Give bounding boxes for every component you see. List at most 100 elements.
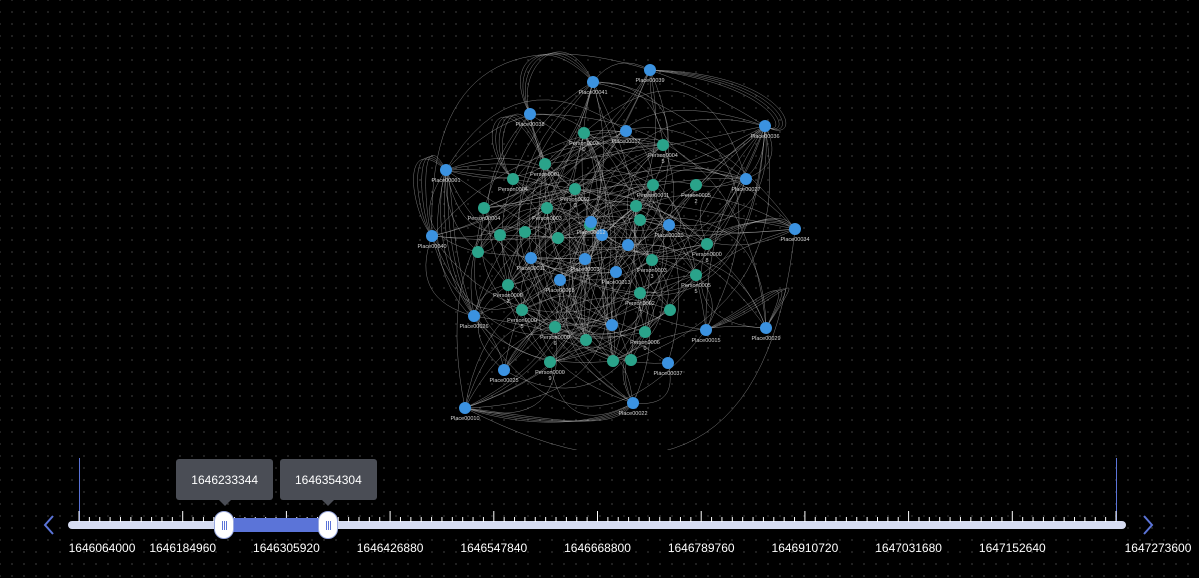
graph-node[interactable]: Place00003 xyxy=(570,253,600,273)
graph-node[interactable] xyxy=(519,226,531,238)
node-label: Place00039 xyxy=(635,78,664,84)
person-node[interactable] xyxy=(657,139,669,151)
graph-node[interactable]: Place00040 xyxy=(417,230,447,250)
person-node[interactable] xyxy=(646,254,658,266)
graph-node[interactable] xyxy=(630,200,642,212)
node-label: Place00027 xyxy=(731,187,760,193)
graph-edge xyxy=(705,288,786,331)
graph-node[interactable] xyxy=(580,334,592,346)
person-node[interactable] xyxy=(516,304,528,316)
place-node[interactable] xyxy=(585,216,597,228)
node-label: Place00037 xyxy=(653,371,682,377)
place-node[interactable] xyxy=(524,108,536,120)
person-node[interactable] xyxy=(569,183,581,195)
graph-node[interactable]: Place00015 xyxy=(691,324,721,344)
place-node[interactable] xyxy=(426,230,438,242)
place-node[interactable] xyxy=(789,223,801,235)
place-node[interactable] xyxy=(498,364,510,376)
graph-node[interactable]: Place00025 xyxy=(489,364,519,384)
node-label: 2 xyxy=(506,299,509,305)
graph-node[interactable]: Place00017 xyxy=(611,125,641,145)
graph-node[interactable] xyxy=(472,246,484,258)
place-node[interactable] xyxy=(644,64,656,76)
person-node[interactable] xyxy=(639,326,651,338)
person-node[interactable] xyxy=(478,202,490,214)
range-end-handle[interactable] xyxy=(317,511,338,539)
place-node[interactable] xyxy=(610,266,622,278)
place-node[interactable] xyxy=(554,274,566,286)
timebar-tick-label: 1647031680 xyxy=(875,541,942,555)
node-label: 8 xyxy=(705,258,708,264)
graph-node[interactable] xyxy=(625,354,637,366)
graph-node[interactable]: Place00010 xyxy=(450,402,480,422)
node-label: Place00001 xyxy=(431,178,460,184)
graph-node[interactable]: Place00038 xyxy=(515,108,545,128)
graph-edge xyxy=(706,125,766,245)
graph-node[interactable] xyxy=(606,319,618,331)
node-label: 5 xyxy=(694,289,697,295)
person-node[interactable] xyxy=(701,238,713,250)
graph-node[interactable] xyxy=(664,304,676,316)
place-node[interactable] xyxy=(760,322,772,334)
place-node[interactable] xyxy=(525,252,537,264)
node-label: Place00018 xyxy=(545,288,574,294)
graph-node[interactable]: Place00041 xyxy=(578,76,608,96)
person-node[interactable] xyxy=(578,127,590,139)
node-label: Place00010 xyxy=(450,416,479,422)
person-node[interactable] xyxy=(502,279,514,291)
graph-edge xyxy=(464,221,608,409)
graph-node[interactable] xyxy=(607,355,619,367)
person-node[interactable] xyxy=(539,158,551,170)
timebar-tick-label: 1646789760 xyxy=(667,541,735,555)
place-node[interactable] xyxy=(587,76,599,88)
graph-node[interactable]: Person00011 xyxy=(637,179,669,199)
range-start-handle[interactable] xyxy=(214,511,235,539)
person-node[interactable] xyxy=(690,179,702,191)
timebar-ticks xyxy=(78,511,1117,522)
place-node[interactable] xyxy=(440,164,452,176)
network-graph[interactable]: Place00041 Place00039 Place00038 Place00017… xyxy=(0,0,1199,450)
person-node[interactable] xyxy=(647,179,659,191)
place-node[interactable] xyxy=(459,402,471,414)
graph-node[interactable] xyxy=(552,232,564,244)
timebar-selected-range[interactable] xyxy=(224,518,328,532)
node-label: Place00013 xyxy=(601,280,630,286)
place-node[interactable] xyxy=(579,253,591,265)
graph-node[interactable] xyxy=(622,239,634,251)
graph-node[interactable]: Place00037 xyxy=(653,357,683,377)
timebar-tick-label: 1646910720 xyxy=(771,541,839,555)
graph-edge xyxy=(649,69,766,127)
graph-edge xyxy=(632,362,671,404)
node-label: 5 xyxy=(520,324,523,330)
place-node[interactable] xyxy=(663,219,675,231)
place-node[interactable] xyxy=(468,310,480,322)
place-node[interactable] xyxy=(759,120,771,132)
person-node[interactable] xyxy=(544,356,556,368)
graph-node[interactable]: Place00022 xyxy=(618,397,648,417)
place-node[interactable] xyxy=(627,397,639,409)
graph-canvas[interactable]: Place00041 Place00039 Place00038 Place00017… xyxy=(0,0,1199,578)
graph-edge xyxy=(705,289,783,331)
person-node[interactable] xyxy=(690,269,702,281)
person-node[interactable] xyxy=(541,202,553,214)
place-node[interactable] xyxy=(662,357,674,369)
person-node[interactable] xyxy=(549,321,561,333)
graph-node[interactable] xyxy=(494,229,506,241)
node-label: 6 xyxy=(553,341,556,347)
graph-node[interactable] xyxy=(634,214,646,226)
place-node[interactable] xyxy=(700,324,712,336)
graph-node[interactable]: Place00034 xyxy=(780,223,810,243)
place-node[interactable] xyxy=(620,125,632,137)
graph-node[interactable]: Person0001 xyxy=(530,158,560,178)
graph-node[interactable]: Person00055 xyxy=(681,269,711,295)
graph-node[interactable]: Place00029 xyxy=(751,322,781,342)
node-label: Place00026 xyxy=(459,324,488,330)
place-node[interactable] xyxy=(740,173,752,185)
graph-node[interactable]: Person00002 xyxy=(493,279,523,305)
person-node[interactable] xyxy=(634,287,646,299)
person-node[interactable] xyxy=(507,173,519,185)
node-label: Person0001 xyxy=(530,172,560,178)
node-label: Place00022 xyxy=(618,411,647,417)
node-label: Person00011 xyxy=(637,193,669,199)
node-label: 2 xyxy=(694,199,697,205)
